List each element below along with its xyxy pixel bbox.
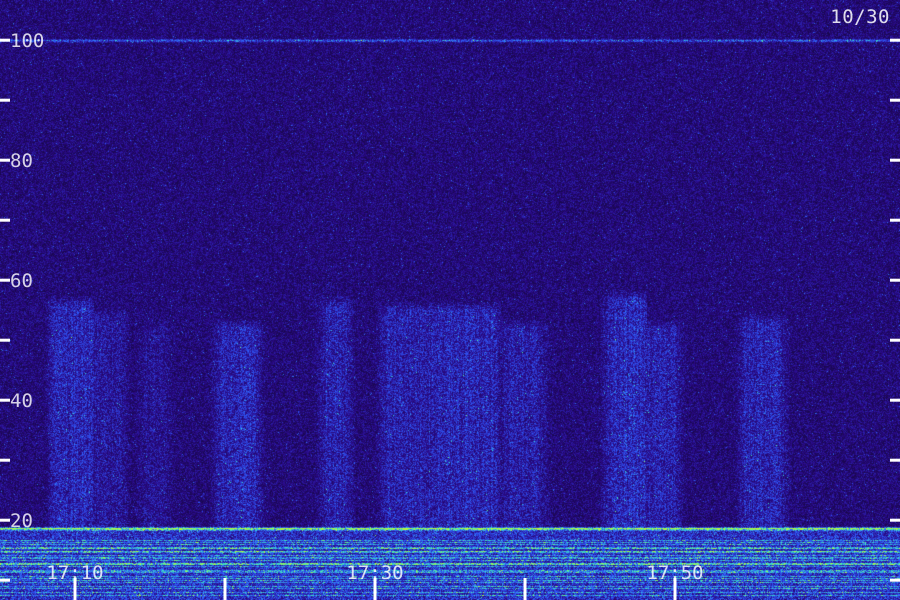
y-tick-label: 100 [10,30,44,52]
y-tick-label: 80 [10,150,33,172]
y-tick-left [0,38,10,42]
y-tick-left [0,578,10,582]
y-tick-left [0,158,10,162]
y-tick-right [890,338,900,342]
y-tick-label: 20 [10,510,33,532]
y-tick-right [890,218,900,222]
chart-axes-overlay: 20 40 60 80 100 17:10 17:30 17:50 [0,30,900,600]
x-axis: 17:10 17:30 17:50 [46,562,704,600]
y-tick-left [0,398,10,402]
y-tick-right [890,398,900,402]
x-tick [523,578,527,600]
y-tick-label: 60 [10,270,33,292]
y-axis-right [890,38,900,582]
y-tick-right [890,578,900,582]
x-tick-label: 17:50 [646,562,703,584]
y-tick-right [890,518,900,522]
y-tick-left [0,518,10,522]
x-tick-label: 17:10 [46,562,103,584]
y-tick-right [890,158,900,162]
y-tick-left [0,278,10,282]
y-axis-left: 20 40 60 80 100 [0,30,44,582]
y-tick-right [890,98,900,102]
y-tick-left [0,218,10,222]
y-tick-left [0,458,10,462]
y-tick-right [890,38,900,42]
y-tick-right [890,458,900,462]
x-tick [223,578,227,600]
y-tick-left [0,98,10,102]
y-tick-left [0,338,10,342]
y-tick-right [890,278,900,282]
date-label: 10/30 [830,6,890,28]
y-tick-label: 40 [10,390,33,412]
x-tick-label: 17:30 [346,562,403,584]
